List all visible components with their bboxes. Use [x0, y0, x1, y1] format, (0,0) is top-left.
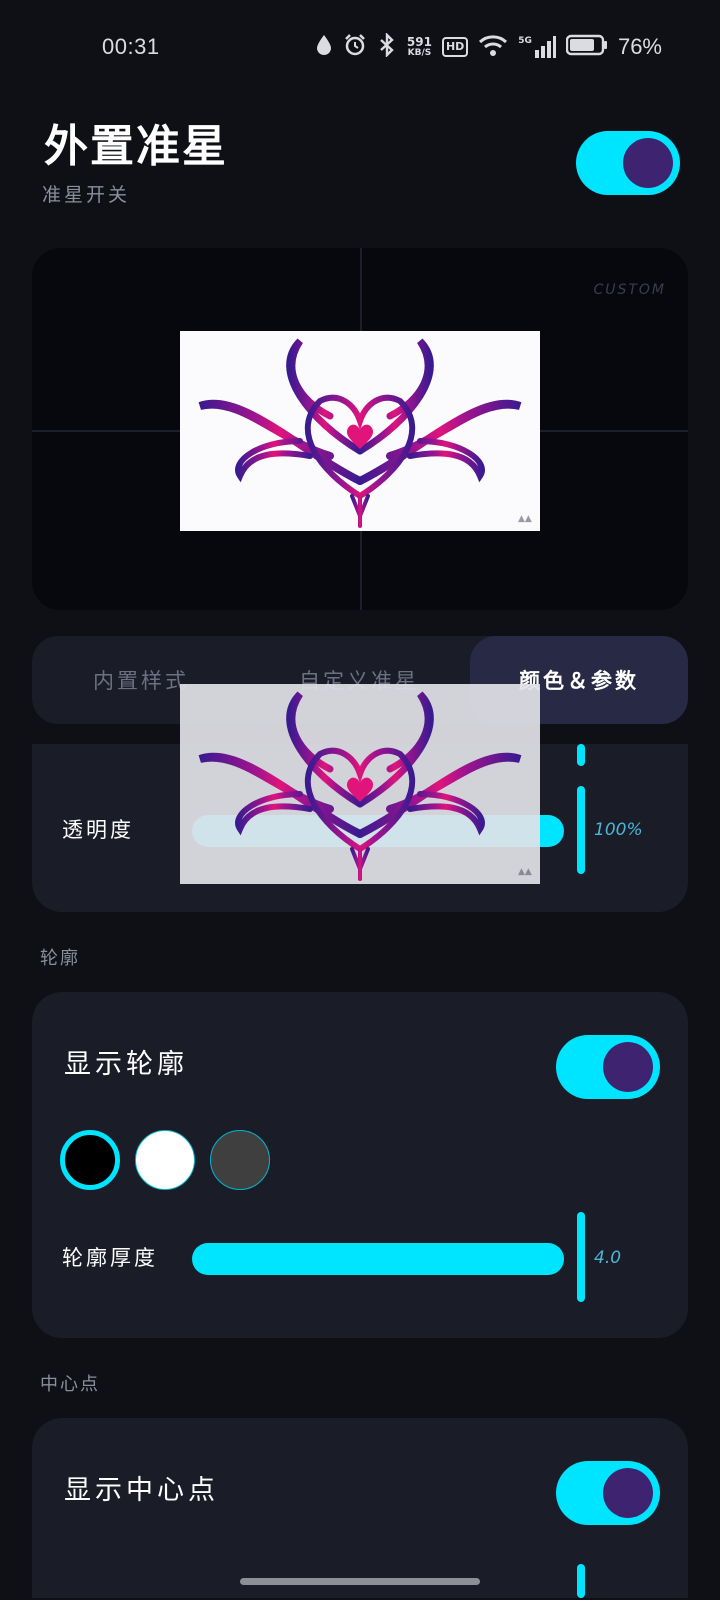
preview-badge: CUSTOM: [593, 282, 666, 298]
net-speed-indicator: 591 KB/S: [407, 36, 432, 58]
home-indicator[interactable]: [240, 1578, 480, 1585]
outline-color-white[interactable]: [135, 1130, 195, 1190]
net-speed-unit: KB/S: [407, 48, 432, 58]
signal-label: 5G: [518, 36, 532, 46]
bluetooth-icon: [377, 32, 397, 61]
outline-thickness-label: 轮廓厚度: [62, 1246, 158, 1270]
outline-section-label: 轮廓: [40, 948, 80, 969]
opacity-value: 100%: [594, 820, 643, 840]
status-bar: 00:31 591 KB/S HD 5G 76%: [0, 0, 720, 96]
previous-slider-handle[interactable]: [577, 744, 585, 766]
status-time: 00:31: [102, 34, 160, 59]
data-saver-icon: [315, 34, 333, 60]
opacity-slider-handle[interactable]: [577, 786, 585, 874]
svg-text:▲▲: ▲▲: [518, 867, 532, 877]
svg-text:▲▲: ▲▲: [518, 514, 532, 524]
center-dot-section-label: 中心点: [40, 1374, 100, 1395]
show-outline-toggle[interactable]: [556, 1035, 660, 1099]
outline-color-gray[interactable]: [210, 1130, 270, 1190]
show-center-dot-label: 显示中心点: [64, 1475, 219, 1506]
battery-percent: 76%: [617, 34, 662, 59]
hd-icon: HD: [441, 37, 469, 57]
heart-tribal-icon: ▲▲: [198, 338, 532, 528]
outline-thickness-slider-track[interactable]: [192, 1243, 564, 1275]
alarm-icon: [343, 33, 367, 61]
center-dot-card: 显示中心点: [32, 1418, 688, 1598]
battery-icon: [565, 34, 608, 60]
outline-color-black[interactable]: [60, 1130, 120, 1190]
page-title: 外置准星: [44, 121, 228, 172]
outline-card: 显示轮廓 轮廓厚度 4.0: [32, 992, 688, 1338]
opacity-label: 透明度: [62, 818, 134, 842]
page-subtitle: 准星开关: [42, 184, 131, 206]
net-speed-value: 591: [406, 35, 432, 49]
status-icons: 591 KB/S HD 5G 76%: [315, 32, 662, 62]
cell-signal-icon: 5G: [518, 36, 556, 58]
show-outline-label: 显示轮廓: [64, 1049, 188, 1080]
next-slider-handle[interactable]: [577, 1564, 585, 1598]
heart-tribal-ghost-icon: ▲▲: [198, 691, 532, 881]
toggle-knob: [623, 138, 673, 188]
outline-thickness-slider-handle[interactable]: [577, 1212, 585, 1302]
wifi-icon: [478, 34, 508, 60]
custom-reticle-image: ▲▲: [180, 331, 540, 531]
crosshair-master-toggle[interactable]: [576, 131, 680, 195]
toggle-knob: [603, 1042, 653, 1092]
outline-thickness-value: 4.0: [594, 1248, 622, 1268]
reticle-drag-ghost: ▲▲: [180, 684, 540, 884]
show-center-dot-toggle[interactable]: [556, 1461, 660, 1525]
toggle-knob: [603, 1468, 653, 1518]
